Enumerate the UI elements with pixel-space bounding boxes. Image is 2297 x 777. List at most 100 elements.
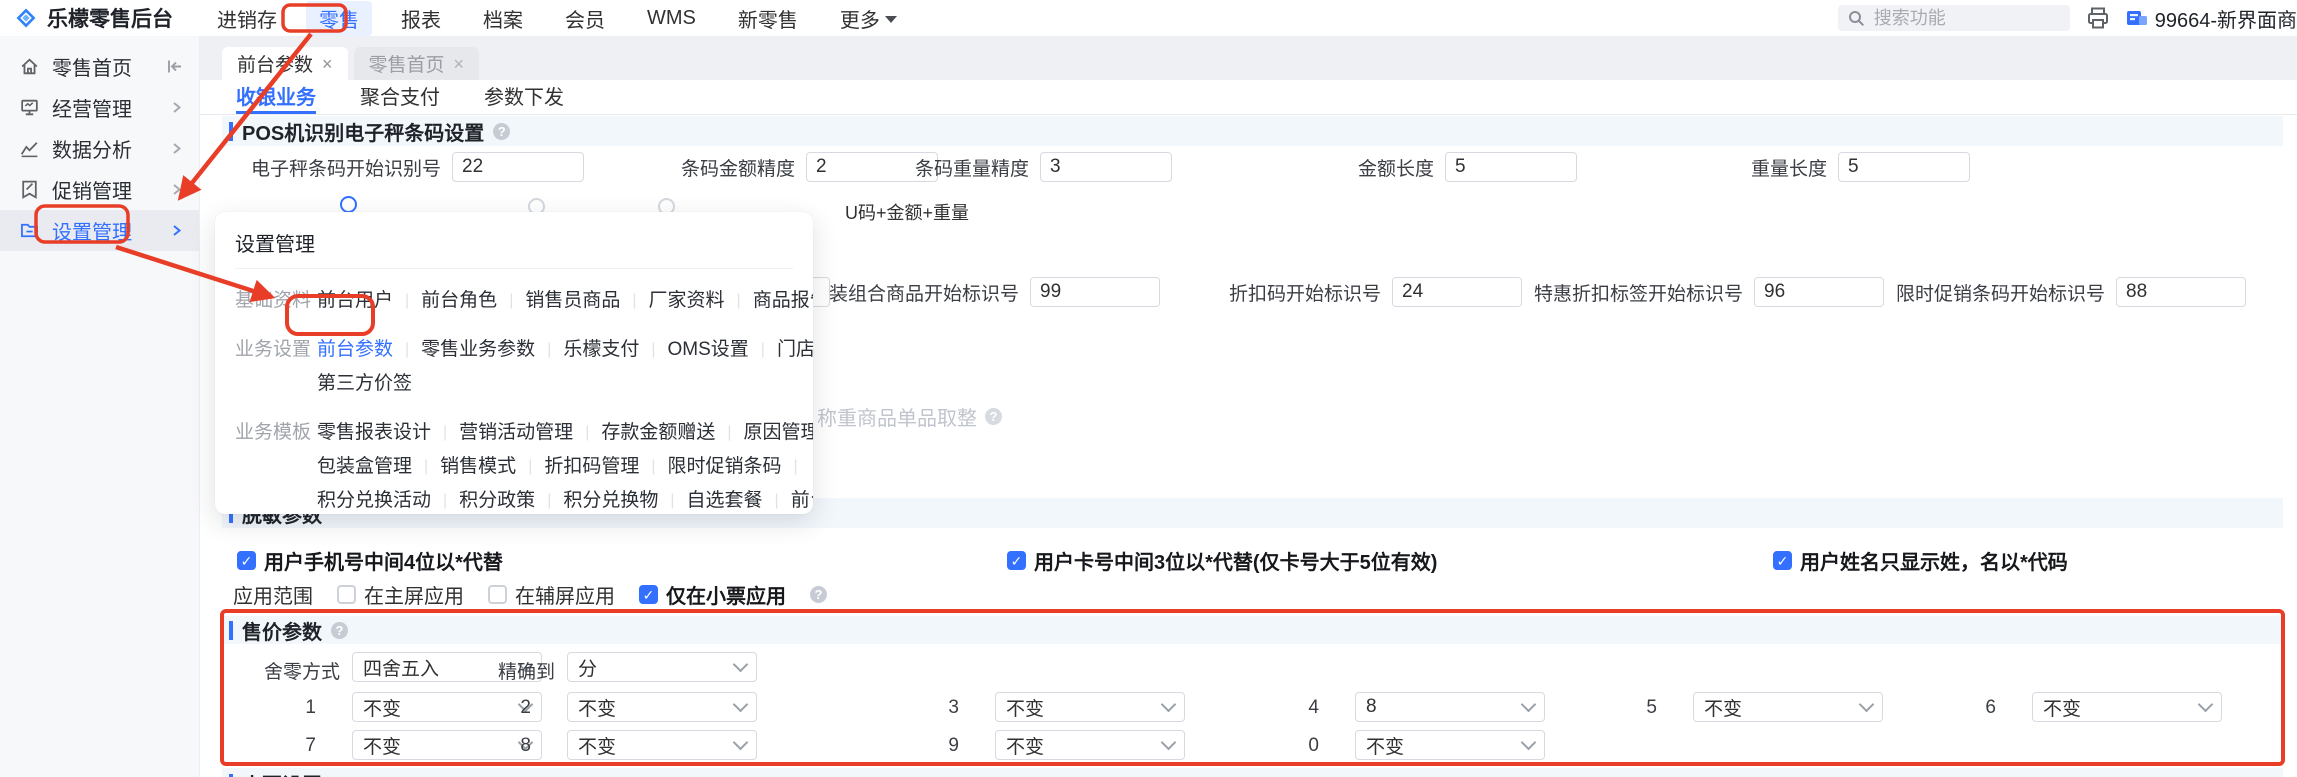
digit-9-select[interactable]: 不变 xyxy=(995,730,1185,760)
topnav-item-members[interactable]: 会员 xyxy=(544,4,626,33)
rounding-method-label: 舍零方式 xyxy=(263,662,340,683)
help-icon[interactable]: ? xyxy=(331,621,348,639)
sidebar-item-promotion-mgmt[interactable]: 促销管理 xyxy=(0,169,199,210)
popup-menu-item[interactable]: 原因管理 xyxy=(744,416,813,450)
field-label: 特惠折扣标签开始标识号 xyxy=(1533,283,1743,305)
checkbox-label: 称重商品单品取整 xyxy=(817,408,977,430)
secondary-screen-checkbox[interactable] xyxy=(488,585,507,604)
sidebar-item-settings-mgmt[interactable]: 设置管理 xyxy=(0,210,199,251)
topnav-item-new-retail[interactable]: 新零售 xyxy=(717,4,819,33)
popup-menu-item[interactable]: 存款金额赠送 xyxy=(601,416,715,450)
weight-length-input[interactable] xyxy=(1838,152,1970,182)
popup-menu-item[interactable]: 包装盒管理 xyxy=(317,450,412,484)
subnav-param-dispatch[interactable]: 参数下发 xyxy=(484,80,564,114)
mask-name-checkbox[interactable] xyxy=(1773,551,1792,570)
popup-menu-item[interactable]: 积分兑换活动 xyxy=(317,484,431,514)
field-label: 条码金额精度 xyxy=(680,158,795,180)
divider: | xyxy=(528,458,533,475)
printer-icon[interactable] xyxy=(2085,5,2111,31)
popup-menu-item[interactable]: OMS设置 xyxy=(668,333,749,367)
topnav-item-retail[interactable]: 零售 xyxy=(306,0,372,36)
mask-phone-checkbox[interactable] xyxy=(237,551,256,570)
field-scale-start-id: 电子秤条码开始识别号 xyxy=(212,152,584,182)
org-icon xyxy=(2126,11,2147,25)
global-search[interactable] xyxy=(1837,5,2070,31)
popup-menu-item[interactable]: 销售员商品 xyxy=(525,284,620,318)
special-discount-start-id-input[interactable] xyxy=(1754,277,1884,307)
popup-menu-item[interactable]: 第三方价签 xyxy=(317,367,412,401)
close-icon[interactable]: × xyxy=(454,55,465,73)
flash-sale-start-id-input[interactable] xyxy=(2116,277,2246,307)
popup-menu-item[interactable]: 积分兑换物 xyxy=(563,484,658,514)
receipt-only-checkbox[interactable] xyxy=(639,585,658,604)
popup-menu-item[interactable]: 零售业务参数 xyxy=(421,333,535,367)
next-section-clipped: 小票设置 xyxy=(222,768,2283,777)
amount-length-input[interactable] xyxy=(1445,152,1577,182)
scale-start-id-input[interactable] xyxy=(452,152,584,182)
app-logo: 乐檬零售后台 xyxy=(0,3,196,33)
checkbox-label: 用户姓名只显示姓，名以*代码 xyxy=(1800,552,2068,574)
popup-menu-item[interactable]: 前台快捷备注 xyxy=(791,484,813,514)
combo-start-id-input[interactable] xyxy=(1030,277,1160,307)
popup-menu-item[interactable]: 自选套餐 xyxy=(687,484,763,514)
search-input[interactable] xyxy=(1871,6,2036,30)
digit-label: 0 xyxy=(1308,735,1319,756)
sidebar-item-data-analysis[interactable]: 数据分析 xyxy=(0,128,199,169)
topnav-more-label: 更多 xyxy=(839,9,880,32)
field-label: 金额长度 xyxy=(1357,158,1434,180)
tab-front-params[interactable]: 前台参数 × xyxy=(222,47,348,80)
discount-code-start-id-input[interactable] xyxy=(1392,277,1522,307)
help-icon[interactable]: ? xyxy=(493,122,511,140)
subnav-aggregate-pay[interactable]: 聚合支付 xyxy=(360,80,440,114)
sidebar-collapse-button[interactable] xyxy=(165,57,184,76)
topnav-item-wms[interactable]: WMS xyxy=(626,7,717,30)
digit-label: 8 xyxy=(520,735,531,756)
divider: | xyxy=(443,424,448,441)
digit-label: 2 xyxy=(520,697,531,718)
tab-retail-home[interactable]: 零售首页 × xyxy=(353,47,480,80)
topnav-item-reports[interactable]: 报表 xyxy=(380,4,462,33)
chevron-down-icon xyxy=(1858,696,1875,713)
mask-card-checkbox[interactable] xyxy=(1007,551,1026,570)
digit-8-select[interactable]: 不变 xyxy=(567,730,757,760)
popup-menu-item-front-params[interactable]: 前台参数 xyxy=(317,333,393,367)
weight-precision-input[interactable] xyxy=(1040,152,1172,182)
barcode-format-option-label: U码+金额+重量 xyxy=(845,203,970,223)
topnav-item-archives[interactable]: 档案 xyxy=(462,4,544,33)
collapse-left-icon xyxy=(168,60,181,73)
popup-menu-item[interactable]: 乐檬支付 xyxy=(563,333,639,367)
popup-menu-item[interactable]: 零售报表设计 xyxy=(317,416,431,450)
subnav-cashier-business[interactable]: 收银业务 xyxy=(236,80,316,114)
topnav-item-more[interactable]: 更多 xyxy=(819,4,918,33)
popup-menu-item[interactable]: 限时促销条码 xyxy=(668,450,782,484)
close-icon[interactable]: × xyxy=(322,55,333,73)
main-screen-checkbox[interactable] xyxy=(337,585,356,604)
popup-menu-item[interactable]: 积分政策 xyxy=(459,484,535,514)
barcode-format-radio[interactable] xyxy=(340,196,357,213)
popup-menu-item[interactable]: 折扣码管理 xyxy=(544,450,639,484)
topnav-item-inventory[interactable]: 进销存 xyxy=(196,4,298,33)
digit-6-select[interactable]: 不变 xyxy=(2032,692,2222,722)
popup-menu-item[interactable]: 商品报告 xyxy=(753,284,813,318)
digit-2-select[interactable]: 不变 xyxy=(567,692,757,722)
chevron-down-icon xyxy=(1160,696,1177,713)
digit-4-select[interactable]: 8 xyxy=(1355,692,1545,722)
precision-select[interactable]: 分 xyxy=(567,652,757,682)
popup-menu-item[interactable]: 厂家资料 xyxy=(649,284,725,318)
help-icon[interactable]: ? xyxy=(810,586,827,603)
org-switcher[interactable]: 99664-新界面商 xyxy=(2126,4,2297,33)
popup-menu-item[interactable]: 门店视频设置 xyxy=(777,333,813,367)
digit-0-select[interactable]: 不变 xyxy=(1355,730,1545,760)
popup-menu-item[interactable]: 前台角色 xyxy=(421,284,497,318)
sidebar-item-retail-home[interactable]: 零售首页 xyxy=(0,46,199,87)
digit-label: 7 xyxy=(305,735,316,756)
help-icon[interactable]: ? xyxy=(985,408,1002,425)
popup-menu-item[interactable]: 前台用户 xyxy=(317,284,393,318)
sidebar-item-business-mgmt[interactable]: 经营管理 xyxy=(0,87,199,128)
chevron-down-icon xyxy=(732,656,749,673)
digit-5-select[interactable]: 不变 xyxy=(1693,692,1883,722)
digit-3-select[interactable]: 不变 xyxy=(995,692,1185,722)
popup-menu-item[interactable]: 营销活动管理 xyxy=(459,416,573,450)
popup-menu-item[interactable]: 销售模式 xyxy=(440,450,516,484)
chevron-down-icon xyxy=(732,696,749,713)
